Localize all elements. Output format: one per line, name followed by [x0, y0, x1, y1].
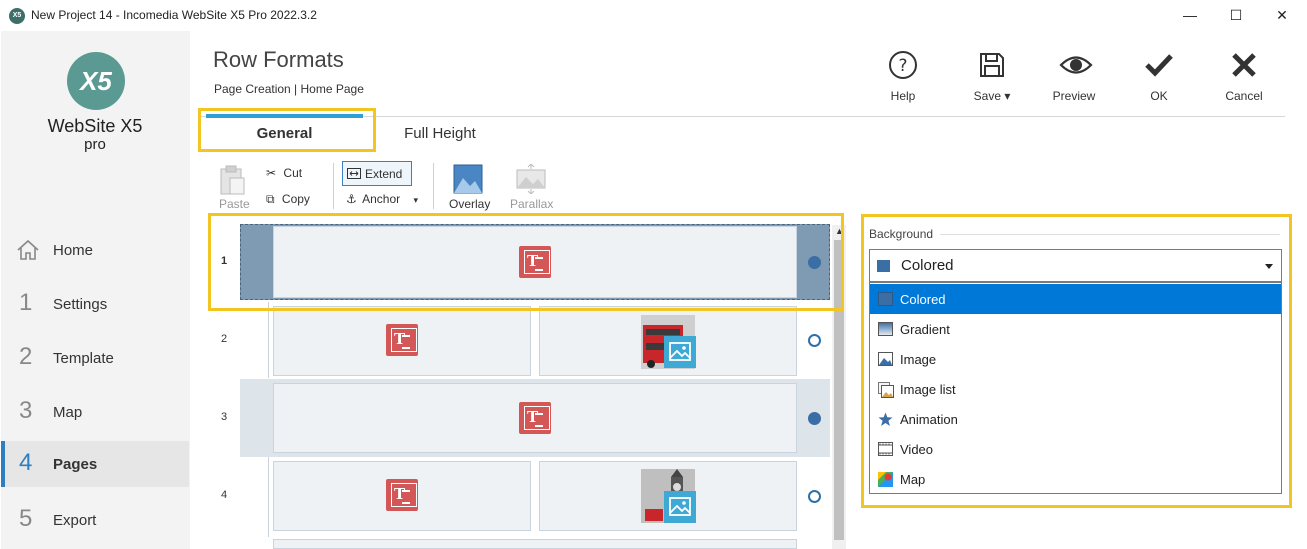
overlay-label: Overlay [449, 197, 491, 211]
overlay-icon [453, 164, 483, 194]
window-title: New Project 14 - Incomedia WebSite X5 Pr… [31, 8, 317, 22]
cut-label: Cut [283, 166, 303, 180]
step-number: 3 [19, 397, 33, 424]
sidebar-item-template[interactable]: 2 Template [1, 335, 189, 381]
extend-icon [347, 168, 361, 179]
sidebar-item-label: Settings [53, 296, 108, 313]
row-number: 3 [220, 411, 228, 423]
sidebar-item-home[interactable]: Home [1, 227, 189, 273]
cancel-button[interactable]: Cancel [1209, 48, 1279, 108]
app-logo-icon: X5 [9, 8, 25, 24]
sidebar-item-label: Pages [53, 456, 98, 473]
step-number: 2 [19, 343, 33, 370]
parallax-label: Parallax [510, 197, 554, 211]
cut-button[interactable]: ✂ Cut [266, 166, 302, 180]
sidebar-item-export[interactable]: 5 Export [1, 497, 189, 543]
save-button[interactable]: Save ▾ [957, 48, 1027, 108]
image-object-icon [664, 491, 696, 523]
text-object-icon [386, 324, 418, 356]
copy-label: Copy [281, 192, 310, 206]
ok-button[interactable]: OK [1124, 48, 1194, 108]
row-radio[interactable] [808, 490, 821, 503]
logo-edition: pro [84, 136, 106, 153]
extend-button[interactable]: Extend [342, 161, 412, 186]
overlay-button[interactable] [453, 164, 485, 196]
ribbon-separator [433, 163, 434, 209]
home-icon [17, 239, 39, 260]
close-window-button[interactable]: ✕ [1259, 4, 1305, 26]
sidebar-item-label: Template [53, 350, 114, 367]
help-icon: ? [889, 51, 917, 79]
website-x5-logo: X5 [67, 52, 125, 110]
ok-label: OK [1150, 89, 1168, 103]
row-highlight [208, 213, 844, 311]
image-object-icon [664, 336, 696, 368]
parallax-button[interactable] [516, 163, 548, 196]
row-radio[interactable] [808, 334, 821, 347]
copy-button[interactable]: ⧉ Copy [266, 192, 310, 207]
sidebar-item-label: Home [53, 242, 94, 259]
row-radio[interactable] [808, 412, 821, 425]
extend-label: Extend [365, 167, 403, 181]
paste-button[interactable] [218, 164, 248, 198]
preview-button[interactable]: Preview [1039, 48, 1109, 108]
text-object-icon [386, 479, 418, 511]
tab-full-height[interactable]: Full Height [380, 118, 500, 150]
text-object-icon [519, 402, 551, 434]
paste-icon [220, 165, 245, 195]
save-label: Save ▾ [973, 89, 1011, 103]
logo-name: WebSite X5 [47, 116, 143, 136]
copy-icon: ⧉ [266, 192, 275, 206]
step-number: 4 [19, 449, 33, 476]
maximize-button[interactable]: ☐ [1213, 4, 1259, 26]
sidebar-item-map[interactable]: 3 Map [1, 389, 189, 435]
sidebar-item-settings[interactable]: 1 Settings [1, 281, 189, 327]
paste-label: Paste [219, 197, 250, 211]
row-number: 2 [220, 333, 228, 345]
anchor-icon: ⚓ [346, 192, 357, 206]
help-button[interactable]: ? Help [868, 48, 938, 108]
sidebar-item-label: Export [53, 512, 97, 529]
chevron-down-icon: ▾ [413, 195, 419, 205]
preview-label: Preview [1052, 89, 1096, 103]
step-number: 5 [19, 505, 33, 532]
sidebar-item-label: Map [53, 404, 83, 421]
ribbon-separator [333, 163, 334, 209]
checkmark-icon [1145, 54, 1173, 77]
eye-icon [1059, 56, 1093, 74]
sidebar-item-pages[interactable]: 4 Pages [1, 441, 189, 487]
anchor-dropdown[interactable]: ⚓ Anchor ▾ [346, 192, 418, 206]
svg-text:?: ? [898, 56, 907, 76]
save-icon [980, 53, 1004, 77]
anchor-label: Anchor [362, 192, 401, 206]
breadcrumb: Page Creation | Home Page [214, 82, 364, 96]
background-panel-highlight [861, 214, 1292, 508]
cancel-label: Cancel [1225, 89, 1263, 103]
help-label: Help [890, 89, 916, 103]
row-cell[interactable] [273, 539, 797, 549]
row-number: 4 [220, 489, 228, 501]
close-icon [1232, 53, 1256, 77]
page-title: Row Formats [213, 47, 344, 72]
minimize-button[interactable]: — [1167, 4, 1213, 26]
scissors-icon: ✂ [266, 166, 277, 180]
tab-general[interactable]: General [206, 118, 363, 150]
step-number: 1 [19, 289, 33, 316]
parallax-icon [516, 163, 546, 195]
